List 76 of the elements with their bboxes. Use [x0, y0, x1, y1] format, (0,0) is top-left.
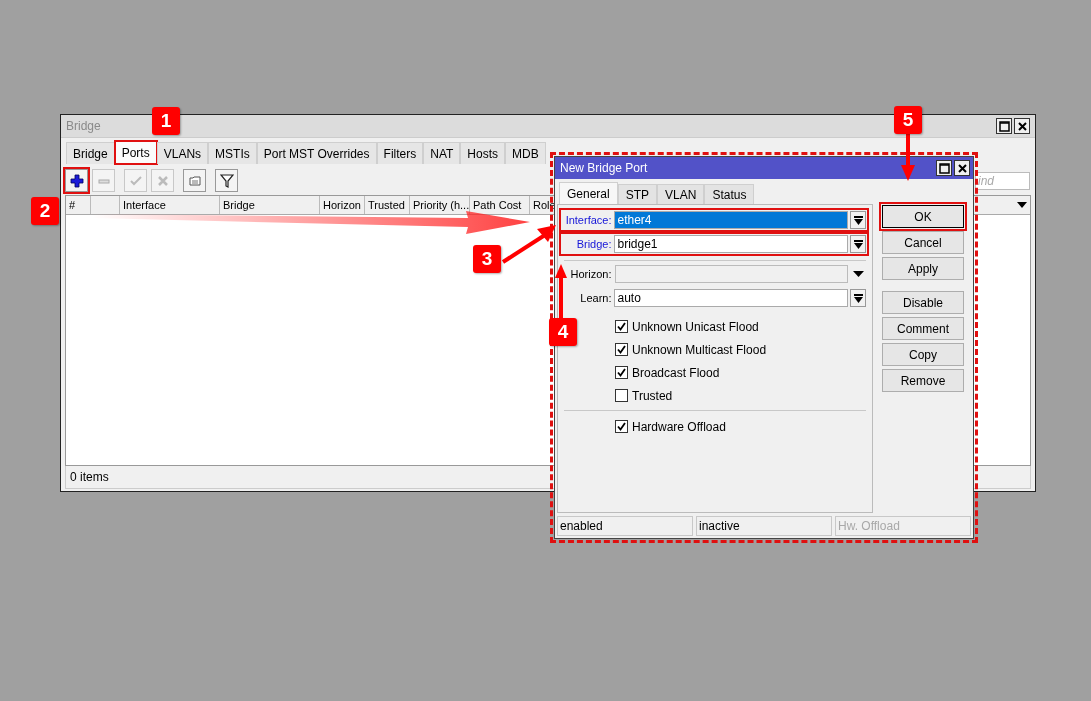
filter-button[interactable]: [215, 169, 238, 192]
column-header[interactable]: Bridge: [220, 196, 320, 214]
tab[interactable]: MDB: [505, 142, 546, 164]
column-header[interactable]: Trusted: [365, 196, 410, 214]
input-field[interactable]: bridge1: [614, 235, 849, 253]
checkbox[interactable]: [615, 343, 628, 356]
tab[interactable]: Hosts: [460, 142, 505, 164]
dialog-button[interactable]: Cancel: [882, 231, 964, 254]
dropdown-arrow-icon: [852, 271, 864, 277]
checkbox[interactable]: [615, 389, 628, 402]
checkbox-label: Broadcast Flood: [632, 365, 720, 380]
dropdown-arrow-icon: [1017, 202, 1027, 208]
field-label: Bridge:: [575, 238, 612, 250]
close-button[interactable]: [1014, 118, 1030, 134]
column-header[interactable]: #: [66, 196, 91, 214]
status-field: Hw. Offload: [835, 516, 971, 536]
close-icon: [1016, 120, 1028, 132]
maximize-button[interactable]: [936, 160, 952, 176]
dropdown-button[interactable]: [850, 235, 866, 253]
dialog-button[interactable]: Apply: [882, 257, 964, 280]
input-field[interactable]: ether4: [614, 211, 849, 229]
checkbox-label: Unknown Unicast Flood: [632, 319, 759, 334]
close-icon: [956, 162, 968, 174]
tab[interactable]: VLANs: [156, 142, 209, 164]
find-field[interactable]: ind: [975, 171, 1030, 190]
checkbox[interactable]: [615, 366, 628, 379]
add-button[interactable]: [65, 169, 88, 192]
dialog-button[interactable]: Disable: [882, 291, 964, 314]
step-badge: 5: [894, 106, 922, 134]
dialog-button[interactable]: OK: [882, 205, 964, 228]
tab[interactable]: MSTIs: [208, 142, 257, 164]
column-header[interactable]: Horizon: [320, 196, 365, 214]
step-badge: 3: [473, 245, 501, 273]
input-field[interactable]: auto: [614, 289, 849, 307]
dialog-button[interactable]: Comment: [882, 317, 964, 340]
checkbox[interactable]: [615, 320, 628, 333]
checkbox-label: Unknown Multicast Flood: [632, 342, 767, 357]
tab[interactable]: General: [559, 182, 618, 204]
maximize-button[interactable]: [996, 118, 1012, 134]
tab[interactable]: STP: [617, 184, 658, 204]
maximize-icon: [938, 162, 950, 174]
tab[interactable]: Status: [704, 184, 755, 204]
dialog-button[interactable]: Remove: [882, 369, 964, 392]
maximize-icon: [998, 120, 1010, 132]
comment-button[interactable]: [183, 169, 206, 192]
dialog-title: New Bridge Port: [560, 161, 648, 175]
status-field: inactive: [696, 516, 832, 536]
status-field: enabled: [557, 516, 693, 536]
checkbox[interactable]: [615, 420, 628, 433]
dropdown-icon: [853, 215, 863, 225]
dropdown-icon: [853, 239, 863, 249]
close-button[interactable]: [954, 160, 970, 176]
dialog-button[interactable]: Copy: [882, 343, 964, 366]
cross-icon: [155, 173, 170, 188]
field-label: Learn:: [579, 292, 612, 304]
check-icon: [128, 173, 143, 188]
step-badge: 2: [31, 197, 59, 225]
checkbox-label: Hardware Offload: [632, 419, 726, 434]
dropdown-button[interactable]: [850, 289, 866, 307]
plus-icon: [69, 173, 84, 188]
tab[interactable]: Bridge: [66, 142, 115, 164]
tab[interactable]: Filters: [376, 142, 424, 164]
filter-icon: [219, 173, 234, 188]
field-label: Horizon:: [569, 268, 612, 280]
dropdown-icon: [853, 293, 863, 303]
tab[interactable]: NAT: [423, 142, 461, 164]
tab[interactable]: Port MST Overrides: [256, 142, 377, 164]
tab[interactable]: Ports: [114, 141, 157, 164]
dropdown-button[interactable]: [850, 211, 866, 229]
step-badge: 4: [549, 318, 577, 346]
field-label: Interface:: [564, 214, 612, 226]
window-title: Bridge: [66, 119, 101, 133]
checkbox-label: Trusted: [632, 388, 673, 403]
step-badge: 1: [152, 107, 180, 135]
arrow: [901, 134, 915, 181]
tab[interactable]: VLAN: [657, 184, 705, 204]
